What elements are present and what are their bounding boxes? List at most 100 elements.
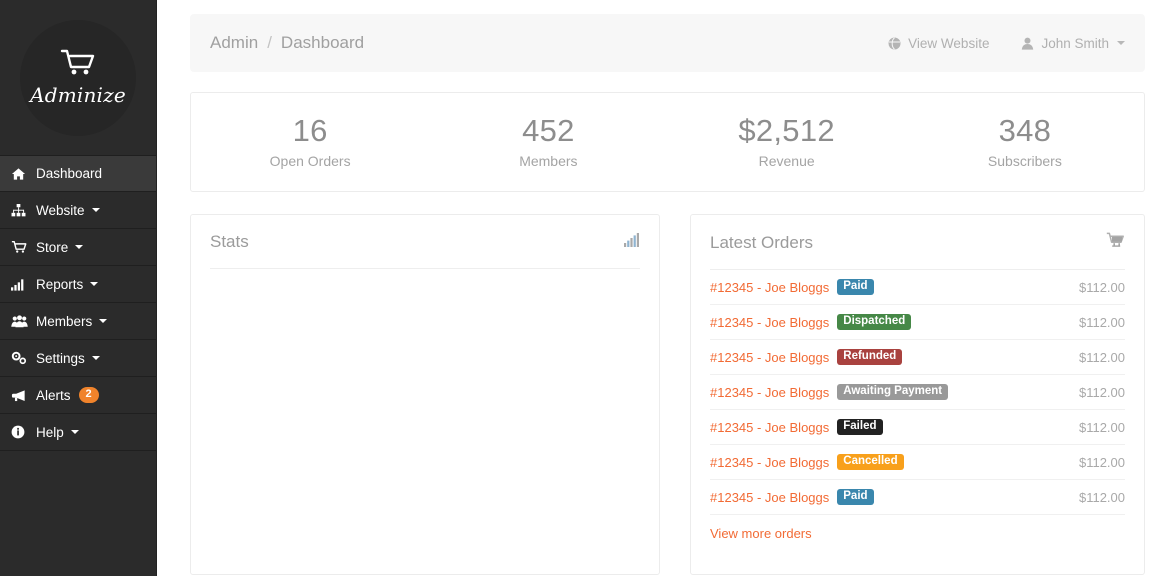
table-row[interactable]: #12345 - Joe Bloggs Paid $112.00: [710, 270, 1125, 305]
stat-revenue: $2,512 Revenue: [668, 112, 906, 170]
top-bar-actions: View Website John Smith: [856, 36, 1125, 51]
order-link[interactable]: #12345 - Joe Bloggs: [710, 420, 829, 435]
order-link[interactable]: #12345 - Joe Bloggs: [710, 490, 829, 505]
stat-value: 16: [292, 112, 328, 148]
stat-label: Revenue: [758, 153, 815, 170]
chevron-down-icon: [90, 282, 99, 286]
chevron-down-icon: [1117, 41, 1125, 45]
chevron-down-icon: [75, 245, 84, 249]
stat-label: Subscribers: [987, 153, 1062, 170]
sidebar-item-label: Store: [36, 239, 69, 255]
order-amount: $112.00: [1078, 384, 1125, 400]
sidebar-item-members[interactable]: Members: [0, 303, 156, 340]
users-icon: [11, 314, 29, 328]
status-badge: Awaiting Payment: [837, 383, 949, 401]
status-badge: Failed: [837, 418, 883, 436]
cogs-icon: [11, 351, 29, 365]
view-website-label: View Website: [908, 35, 990, 51]
chevron-down-icon: [99, 319, 108, 323]
view-more-orders-link[interactable]: View more orders: [710, 515, 1125, 541]
stats-panel-header: Stats: [191, 215, 659, 252]
sidebar-item-alerts[interactable]: Alerts 2: [0, 377, 156, 414]
stats-panel-divider: [210, 268, 640, 269]
bullhorn-icon: [11, 388, 29, 402]
table-row[interactable]: #12345 - Joe Bloggs Failed $112.00: [710, 410, 1125, 445]
sidebar-item-label: Reports: [36, 276, 84, 292]
table-row[interactable]: #12345 - Joe Bloggs Paid $112.00: [710, 480, 1125, 515]
top-bar: Admin / Dashboard View Website John Smit…: [190, 14, 1145, 72]
main-content: Admin / Dashboard View Website John Smit…: [157, 0, 1163, 576]
status-badge: Dispatched: [837, 313, 912, 331]
sidebar-item-store[interactable]: Store: [0, 229, 156, 266]
breadcrumb-separator: /: [267, 33, 272, 52]
shopping-cart-icon: [1106, 232, 1125, 253]
stat-label: Open Orders: [269, 153, 351, 170]
sidebar-nav: Dashboard Website Store Reports Members …: [0, 155, 156, 451]
latest-orders-list: #12345 - Joe Bloggs Paid $112.00 #12345 …: [691, 270, 1144, 541]
sidebar-item-dashboard[interactable]: Dashboard: [0, 155, 156, 192]
order-amount: $112.00: [1078, 489, 1125, 505]
summary-stats-panel: 16 Open Orders 452 Members $2,512 Revenu…: [190, 92, 1145, 192]
sidebar-item-label: Dashboard: [36, 166, 103, 181]
brand-circle: Adminize: [20, 19, 136, 136]
cart-icon: [11, 240, 29, 254]
stats-panel: Stats: [190, 214, 660, 575]
table-row[interactable]: #12345 - Joe Bloggs Awaiting Payment $11…: [710, 375, 1125, 410]
view-website-link[interactable]: View Website: [888, 36, 989, 51]
stat-subscribers: 348 Subscribers: [906, 112, 1144, 170]
sidebar-item-help[interactable]: Help: [0, 414, 156, 451]
brand-name: Adminize: [30, 83, 126, 107]
brand-logo[interactable]: Adminize: [0, 0, 156, 155]
stat-members: 452 Members: [429, 112, 667, 169]
chevron-down-icon: [91, 356, 100, 360]
order-amount: $112.00: [1078, 419, 1125, 435]
user-icon: [1021, 37, 1034, 50]
user-menu[interactable]: John Smith: [1021, 36, 1125, 51]
table-row[interactable]: #12345 - Joe Bloggs Refunded $112.00: [710, 340, 1125, 375]
status-badge: Paid: [837, 278, 874, 296]
breadcrumb-root[interactable]: Admin: [210, 33, 258, 53]
order-amount: $112.00: [1078, 454, 1125, 470]
table-row[interactable]: #12345 - Joe Bloggs Dispatched $112.00: [710, 305, 1125, 340]
order-amount: $112.00: [1078, 314, 1125, 330]
order-amount: $112.00: [1078, 349, 1125, 365]
latest-orders-header: Latest Orders: [691, 215, 1144, 253]
stat-value: 348: [998, 112, 1052, 148]
sitemap-icon: [11, 203, 29, 217]
latest-orders-title: Latest Orders: [710, 232, 813, 252]
sidebar-item-website[interactable]: Website: [0, 192, 156, 229]
sidebar-item-reports[interactable]: Reports: [0, 266, 156, 303]
sidebar-item-label: Members: [36, 313, 93, 329]
sidebar: Adminize Dashboard Website Store Reports…: [0, 0, 157, 576]
breadcrumb: Admin / Dashboard: [210, 33, 364, 53]
stat-open-orders: 16 Open Orders: [191, 112, 429, 170]
stat-value: 452: [522, 112, 575, 148]
order-link[interactable]: #12345 - Joe Bloggs: [710, 350, 829, 365]
sidebar-item-settings[interactable]: Settings: [0, 340, 156, 377]
status-badge: Cancelled: [837, 453, 904, 471]
globe-icon: [888, 36, 901, 50]
chevron-down-icon: [70, 430, 79, 434]
stat-value: $2,512: [738, 112, 835, 148]
status-badge: Paid: [837, 488, 874, 506]
panels-row: Stats Latest Orders #12345 - Joe Bloggs …: [190, 214, 1145, 575]
info-circle-icon: [11, 425, 29, 439]
sidebar-item-label: Alerts: [36, 387, 71, 403]
sidebar-item-label: Help: [36, 424, 64, 440]
order-link[interactable]: #12345 - Joe Bloggs: [710, 455, 829, 470]
breadcrumb-current: Dashboard: [280, 33, 365, 52]
alerts-count-badge: 2: [78, 387, 99, 403]
stats-panel-title: Stats: [210, 232, 249, 251]
table-row[interactable]: #12345 - Joe Bloggs Cancelled $112.00: [710, 445, 1125, 480]
app-root: Adminize Dashboard Website Store Reports…: [0, 0, 1163, 576]
shopping-cart-icon: [60, 48, 96, 81]
order-amount: $112.00: [1078, 279, 1125, 295]
order-link[interactable]: #12345 - Joe Bloggs: [710, 385, 829, 400]
status-badge: Refunded: [837, 348, 903, 366]
order-link[interactable]: #12345 - Joe Bloggs: [710, 280, 829, 295]
sidebar-item-label: Settings: [36, 350, 85, 366]
order-link[interactable]: #12345 - Joe Bloggs: [710, 315, 829, 330]
latest-orders-panel: Latest Orders #12345 - Joe Bloggs Paid $…: [690, 214, 1145, 575]
bar-chart-icon: [11, 277, 29, 291]
sidebar-item-label: Website: [36, 202, 85, 218]
